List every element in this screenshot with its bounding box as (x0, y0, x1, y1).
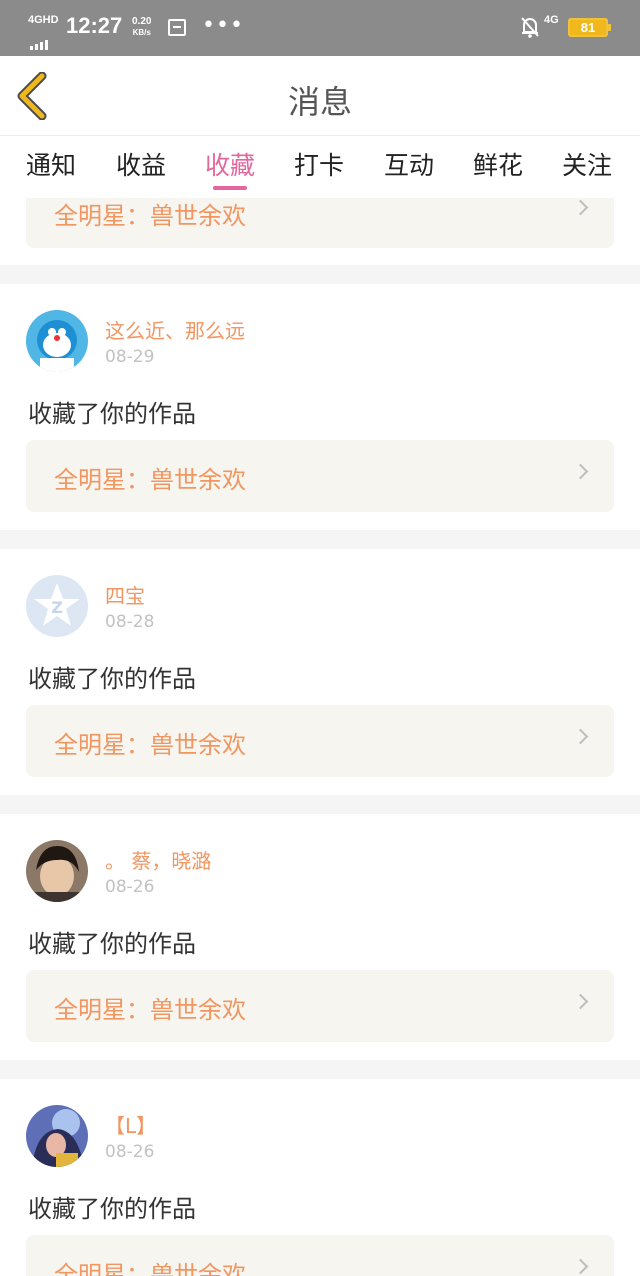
list-item: 这么近、那么远 08-29 收藏了你的作品 全明星：兽世余欢 (0, 284, 640, 530)
battery-icon: 81 (568, 18, 611, 37)
list-item: Z 四宝 08-28 收藏了你的作品 全明星：兽世余欢 (0, 549, 640, 795)
username[interactable]: 四宝 (105, 580, 145, 609)
tab-favorites[interactable]: 收藏 (205, 146, 255, 182)
svg-text:Z: Z (51, 598, 63, 617)
avatar[interactable]: Z (26, 575, 88, 637)
message-text: 收藏了你的作品 (28, 665, 196, 693)
network-type-right: 4G (544, 14, 559, 26)
message-date: 08-28 (105, 612, 155, 632)
list-item: 全明星：兽世余欢 (0, 198, 640, 265)
tab-follows[interactable]: 关注 (562, 146, 612, 182)
status-bar: 4GHD 12:27 0.20 KB/s ••• 4G 81 (0, 0, 640, 56)
work-title: 全明星：兽世余欢 (54, 466, 246, 494)
username[interactable]: 。 蔡，晓潞 (105, 845, 211, 874)
tab-bar: 通知 收益 收藏 打卡 互动 鲜花 关注 (0, 136, 640, 198)
chevron-right-icon (572, 993, 589, 1010)
message-text: 收藏了你的作品 (28, 1195, 196, 1223)
network-speed-value: 0.20 (132, 16, 152, 27)
active-tab-indicator (213, 186, 247, 190)
network-type: 4GHD (28, 14, 59, 26)
work-title: 全明星：兽世余欢 (54, 1261, 246, 1276)
chevron-right-icon (572, 1258, 589, 1275)
tab-checkin[interactable]: 打卡 (294, 146, 344, 182)
message-date: 08-26 (105, 877, 155, 897)
work-link[interactable]: 全明星：兽世余欢 (26, 198, 614, 248)
work-link[interactable]: 全明星：兽世余欢 (26, 970, 614, 1042)
chevron-right-icon (572, 199, 589, 216)
work-link[interactable]: 全明星：兽世余欢 (26, 440, 614, 512)
more-notifications-icon: ••• (202, 13, 244, 38)
work-title: 全明星：兽世余欢 (54, 202, 246, 230)
avatar[interactable] (26, 310, 88, 372)
username[interactable]: 【L】 (105, 1110, 156, 1139)
signal-icon: 4GHD (28, 14, 60, 50)
avatar[interactable] (26, 840, 88, 902)
tab-flowers[interactable]: 鲜花 (473, 146, 523, 182)
work-title: 全明星：兽世余欢 (54, 996, 246, 1024)
work-link[interactable]: 全明星：兽世余欢 (26, 705, 614, 777)
tab-notifications[interactable]: 通知 (26, 146, 76, 182)
sim-icon (168, 19, 186, 36)
status-time: 12:27 (66, 13, 123, 38)
work-title: 全明星：兽世余欢 (54, 731, 246, 759)
message-text: 收藏了你的作品 (28, 930, 196, 958)
message-date: 08-26 (105, 1142, 155, 1162)
message-list[interactable]: 全明星：兽世余欢 这么近、那么远 08-29 收藏了你的作品 全明星：兽世余欢 (0, 198, 640, 1276)
avatar[interactable] (26, 1105, 88, 1167)
message-date: 08-29 (105, 347, 155, 367)
list-item: 【L】 08-26 收藏了你的作品 全明星：兽世余欢 (0, 1079, 640, 1276)
network-speed: 0.20 KB/s (132, 16, 151, 38)
chevron-right-icon (572, 463, 589, 480)
work-link[interactable]: 全明星：兽世余欢 (26, 1235, 614, 1276)
tab-interactions[interactable]: 互动 (384, 146, 434, 182)
page-title: 消息 (287, 83, 352, 121)
app-header: 消息 (0, 56, 640, 136)
bell-muted-icon (521, 17, 539, 38)
message-text: 收藏了你的作品 (28, 400, 196, 428)
username[interactable]: 这么近、那么远 (105, 315, 245, 344)
list-item: 。 蔡，晓潞 08-26 收藏了你的作品 全明星：兽世余欢 (0, 814, 640, 1060)
tab-earnings[interactable]: 收益 (116, 146, 166, 182)
chevron-right-icon (572, 728, 589, 745)
network-speed-unit: KB/s (132, 28, 151, 37)
